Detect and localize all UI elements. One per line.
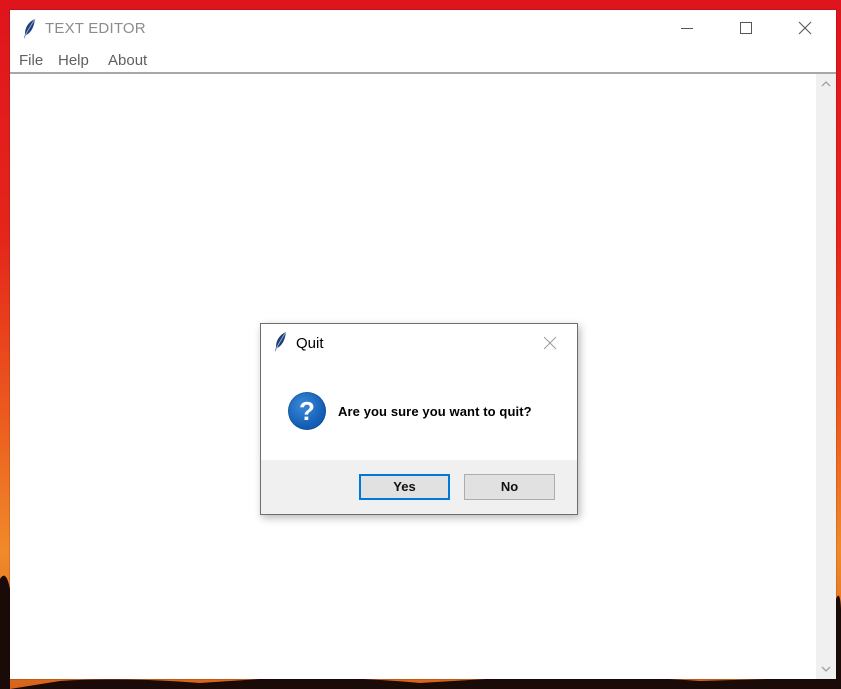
maximize-button[interactable] [723,10,769,46]
scroll-up-arrow-icon[interactable] [820,78,832,90]
close-icon [798,21,812,35]
dialog-close-icon[interactable] [543,336,557,350]
scroll-down-arrow-icon[interactable] [820,663,832,675]
minimize-icon [681,28,693,29]
feather-icon [275,331,287,352]
window-title: TEXT EDITOR [45,20,146,37]
menu-help[interactable]: Help [58,52,89,69]
dialog-titlebar[interactable]: Quit [261,324,577,360]
question-icon: ? [288,392,326,430]
yes-button[interactable]: Yes [359,474,450,500]
menu-about[interactable]: About [108,52,147,69]
dialog-button-bar: Yes No [261,460,577,514]
vertical-scrollbar[interactable] [816,74,836,679]
dialog-title: Quit [296,335,324,352]
menu-file[interactable]: File [19,52,43,69]
minimize-button[interactable] [664,10,710,46]
menubar: File Help About [10,46,836,74]
maximize-icon [740,22,752,34]
close-button[interactable] [782,10,828,46]
dialog-message: Are you sure you want to quit? [338,404,532,419]
feather-icon [24,18,36,39]
quit-dialog: Quit ? Are you sure you want to quit? Ye… [260,323,578,515]
window-titlebar[interactable]: TEXT EDITOR [10,10,836,46]
no-button[interactable]: No [464,474,555,500]
